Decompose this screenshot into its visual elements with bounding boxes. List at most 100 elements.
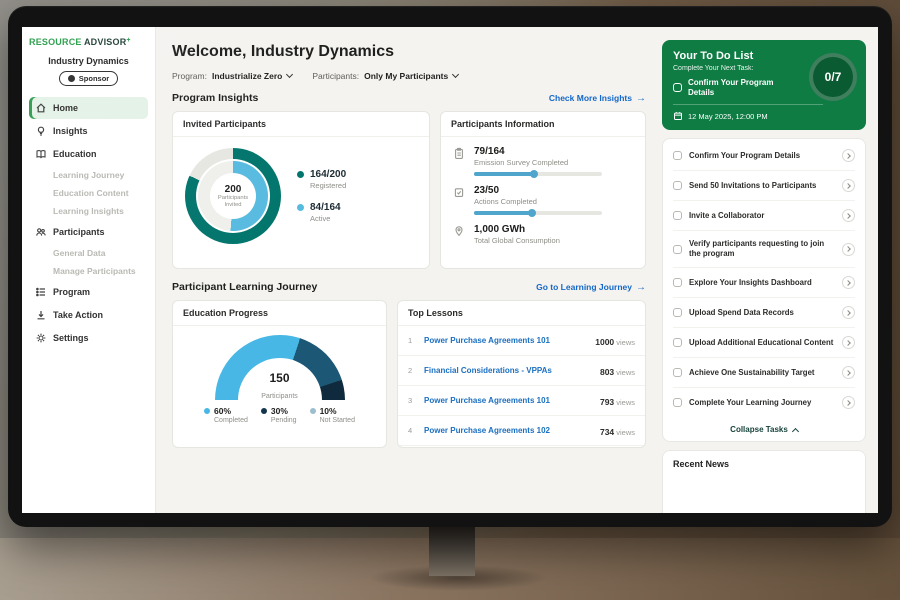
task-checkbox[interactable] bbox=[673, 398, 682, 407]
task-checkbox[interactable] bbox=[673, 368, 682, 377]
task-label: Send 50 Invitations to Participants bbox=[689, 181, 835, 191]
lesson-views-suffix: views bbox=[614, 398, 635, 407]
legend-label: Pending bbox=[271, 417, 297, 424]
chevron-right-icon[interactable] bbox=[842, 306, 855, 319]
sidebar-item-learning-insights[interactable]: Learning Insights bbox=[29, 202, 148, 220]
next-task-checkbox[interactable] bbox=[673, 83, 682, 92]
task-label: Explore Your Insights Dashboard bbox=[689, 278, 835, 288]
legend-dot bbox=[297, 171, 304, 178]
chevron-right-icon[interactable] bbox=[842, 243, 855, 256]
chevron-right-icon[interactable] bbox=[842, 179, 855, 192]
sidebar-item-education-content[interactable]: Education Content bbox=[29, 184, 148, 202]
lesson-link[interactable]: Power Purchase Agreements 102 bbox=[424, 426, 592, 435]
progress-bar bbox=[474, 211, 602, 215]
info-label: Emission Survey Completed bbox=[474, 158, 602, 167]
sidebar-item-participants[interactable]: Participants bbox=[29, 221, 148, 243]
sidebar-subitem-label: Learning Journey bbox=[53, 170, 124, 180]
sidebar-item-label: Home bbox=[53, 103, 78, 113]
brand-plus: + bbox=[126, 37, 130, 44]
program-label: Program: bbox=[172, 71, 207, 81]
chevron-down-icon bbox=[286, 71, 293, 78]
sidebar-subitem-label: Manage Participants bbox=[53, 266, 136, 276]
chevron-right-icon[interactable] bbox=[842, 336, 855, 349]
chevron-right-icon[interactable] bbox=[842, 149, 855, 162]
sponsor-badge[interactable]: Sponsor bbox=[59, 71, 118, 86]
sidebar-item-settings[interactable]: Settings bbox=[29, 327, 148, 349]
task-checkbox[interactable] bbox=[673, 308, 682, 317]
task-checkbox[interactable] bbox=[673, 181, 682, 190]
sidebar-item-home[interactable]: Home bbox=[29, 97, 148, 119]
task-checkbox[interactable] bbox=[673, 151, 682, 160]
sidebar-item-take-action[interactable]: Take Action bbox=[29, 304, 148, 326]
task-label: Verify participants requesting to join t… bbox=[689, 239, 835, 259]
task-row[interactable]: Confirm Your Program Details bbox=[673, 141, 855, 171]
card-title: Participants Information bbox=[441, 112, 645, 137]
chevron-right-icon[interactable] bbox=[842, 276, 855, 289]
go-to-learning-journey-link[interactable]: Go to Learning Journey bbox=[536, 282, 646, 293]
task-row[interactable]: Upload Spend Data Records bbox=[673, 298, 855, 328]
task-checkbox[interactable] bbox=[673, 211, 682, 220]
task-checkbox[interactable] bbox=[673, 278, 682, 287]
task-row[interactable]: Complete Your Learning Journey bbox=[673, 388, 855, 417]
legend-completed: 60% Completed bbox=[204, 406, 248, 424]
program-select[interactable]: Program: Industrialize Zero bbox=[172, 71, 292, 81]
sidebar-item-general-data[interactable]: General Data bbox=[29, 244, 148, 262]
gauge-center-value: 150 bbox=[238, 371, 322, 385]
list-icon bbox=[35, 286, 47, 298]
sidebar-item-manage-participants[interactable]: Manage Participants bbox=[29, 262, 148, 280]
lesson-views-suffix: views bbox=[614, 428, 635, 437]
task-label: Confirm Your Program Details bbox=[689, 151, 835, 161]
book-icon bbox=[35, 148, 47, 160]
progress-fill bbox=[474, 172, 535, 176]
info-row-consumption: 1,000 GWh Total Global Consumption bbox=[453, 224, 633, 245]
info-value: 23/50 bbox=[474, 185, 602, 196]
chevron-right-icon[interactable] bbox=[842, 366, 855, 379]
monitor-bezel: RESOURCE ADVISOR+ Industry Dynamics Spon… bbox=[8, 6, 892, 527]
main-content: Welcome, Industry Dynamics Program: Indu… bbox=[156, 27, 656, 513]
sidebar-item-label: Education bbox=[53, 149, 97, 159]
sidebar-item-learning-journey[interactable]: Learning Journey bbox=[29, 166, 148, 184]
lesson-link[interactable]: Financial Considerations - VPPAs bbox=[424, 366, 592, 375]
lesson-link[interactable]: Power Purchase Agreements 101 bbox=[424, 396, 592, 405]
chevron-right-icon[interactable] bbox=[842, 209, 855, 222]
participants-label: Participants: bbox=[312, 71, 359, 81]
info-label: Total Global Consumption bbox=[474, 236, 560, 245]
task-row[interactable]: Invite a Collaborator bbox=[673, 201, 855, 231]
participants-information-card: Participants Information 79/164 Emission… bbox=[440, 111, 646, 269]
next-task-label: Confirm Your Program Details bbox=[688, 78, 799, 97]
filters-bar: Program: Industrialize Zero Participants… bbox=[172, 71, 646, 81]
legend-dot bbox=[310, 408, 316, 414]
task-row[interactable]: Verify participants requesting to join t… bbox=[673, 231, 855, 268]
sidebar: RESOURCE ADVISOR+ Industry Dynamics Spon… bbox=[22, 27, 156, 513]
page-title: Welcome, Industry Dynamics bbox=[172, 43, 646, 61]
legend-dot bbox=[204, 408, 210, 414]
task-row[interactable]: Send 50 Invitations to Participants bbox=[673, 171, 855, 201]
lesson-link[interactable]: Power Purchase Agreements 101 bbox=[424, 336, 587, 345]
task-row[interactable]: Achieve One Sustainability Target bbox=[673, 358, 855, 388]
lesson-row: 2 Financial Considerations - VPPAs 803 v… bbox=[398, 356, 645, 386]
lesson-views: 734 bbox=[600, 427, 614, 437]
lesson-views: 1000 bbox=[595, 337, 614, 347]
chevron-right-icon[interactable] bbox=[842, 396, 855, 409]
invited-participants-card: Invited Participants 200 Participants In… bbox=[172, 111, 430, 269]
task-checkbox[interactable] bbox=[673, 338, 682, 347]
sidebar-item-insights[interactable]: Insights bbox=[29, 120, 148, 142]
info-row-survey: 79/164 Emission Survey Completed bbox=[453, 146, 633, 176]
calendar-icon bbox=[673, 111, 683, 121]
collapse-tasks-button[interactable]: Collapse Tasks bbox=[673, 417, 855, 441]
lesson-row: 5 Power Purchase Agreements 103 600 view… bbox=[398, 446, 645, 448]
participants-value: Only My Participants bbox=[364, 71, 448, 81]
sidebar-item-education[interactable]: Education bbox=[29, 143, 148, 165]
participants-select[interactable]: Participants: Only My Participants bbox=[312, 71, 458, 81]
task-checkbox[interactable] bbox=[673, 245, 682, 254]
task-row[interactable]: Explore Your Insights Dashboard bbox=[673, 268, 855, 298]
sidebar-item-label: Settings bbox=[53, 333, 89, 343]
check-more-insights-link[interactable]: Check More Insights bbox=[549, 93, 646, 104]
task-row[interactable]: Upload Additional Educational Content bbox=[673, 328, 855, 358]
sponsor-badge-label: Sponsor bbox=[79, 74, 109, 83]
donut-center-value: 200 bbox=[225, 184, 242, 195]
sidebar-item-program[interactable]: Program bbox=[29, 281, 148, 303]
info-label: Actions Completed bbox=[474, 197, 602, 206]
pin-icon bbox=[453, 224, 466, 245]
chevron-up-icon bbox=[792, 428, 799, 435]
